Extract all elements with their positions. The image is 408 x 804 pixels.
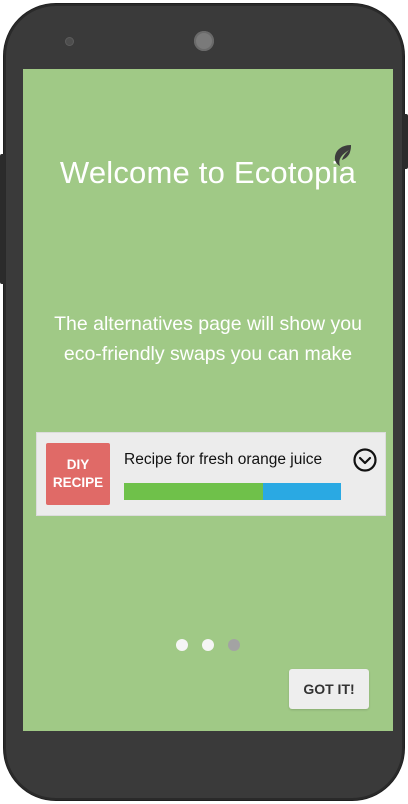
alternative-card[interactable]: DIY RECIPE Recipe for fresh orange juice: [37, 433, 385, 515]
eco-progress-bar: [124, 483, 341, 500]
card-title: Recipe for fresh orange juice: [124, 451, 323, 468]
page-dot-1[interactable]: [176, 639, 188, 651]
progress-green-segment: [124, 483, 263, 500]
phone-frame: Welcome to Ecotopia The alternatives pag…: [0, 4, 408, 800]
badge-line-1: DIY: [66, 457, 90, 472]
got-it-button[interactable]: GOT IT!: [289, 669, 369, 709]
onboarding-subtitle: The alternatives page will show you eco-…: [54, 313, 362, 365]
leaf-icon: [334, 145, 351, 166]
page-indicator: [23, 639, 393, 651]
front-camera: [194, 31, 214, 51]
page-dot-2[interactable]: [202, 639, 214, 651]
volume-button: [0, 154, 5, 284]
power-button: [403, 114, 408, 169]
progress-blue-segment: [262, 483, 341, 500]
page-dot-3[interactable]: [228, 639, 240, 651]
chevron-down-circle-icon[interactable]: [352, 447, 378, 473]
diy-recipe-badge: DIY RECIPE: [46, 443, 110, 505]
sensor-dot: [65, 37, 74, 46]
onboarding-screen: Welcome to Ecotopia The alternatives pag…: [23, 69, 393, 731]
badge-line-2: RECIPE: [52, 475, 104, 490]
